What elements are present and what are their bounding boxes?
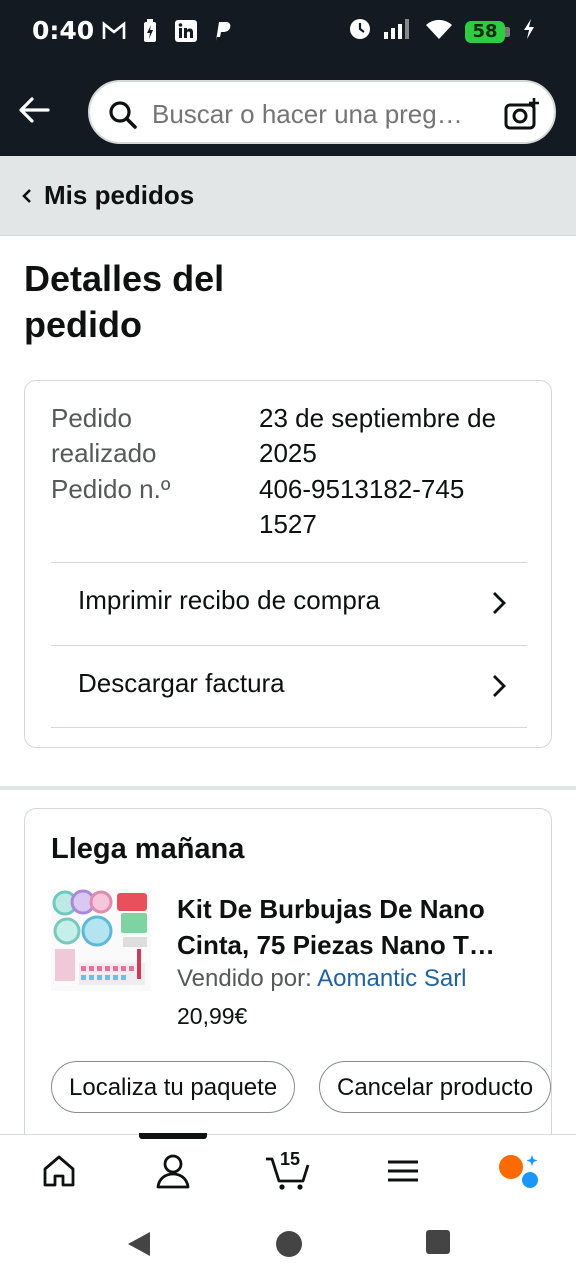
wifi-icon <box>425 18 453 45</box>
paypal-icon <box>210 18 234 44</box>
battery-cap <box>505 26 510 37</box>
signal-icon <box>383 18 413 45</box>
shipment-card: Llega mañana Kit De Burbujas De Nano Cin… <box>24 808 552 1148</box>
bottom-nav: 15 <box>0 1133 576 1210</box>
account-icon[interactable] <box>153 1151 193 1191</box>
print-receipt-link[interactable]: Imprimir recibo de compra <box>51 562 527 644</box>
linkedin-icon <box>174 18 198 44</box>
chevron-left-icon <box>20 186 34 206</box>
download-invoice-label: Descargar factura <box>78 668 285 698</box>
breadcrumb-label[interactable]: Mis pedidos <box>44 180 194 211</box>
back-arrow-icon[interactable] <box>16 92 52 128</box>
seller-prefix: Vendido por: <box>177 965 318 992</box>
seller-line: Vendido por: Aomantic Sarl <box>177 965 467 993</box>
order-placed-label: Pedido realizado <box>51 403 157 468</box>
active-tab-indicator <box>139 1133 207 1139</box>
delivery-status: Llega mañana <box>51 833 245 865</box>
status-time: 0:40 <box>32 16 95 45</box>
camera-search-icon[interactable] <box>504 96 540 132</box>
order-placed-value: 23 de septiembre de 2025 <box>259 403 497 468</box>
seller-link[interactable]: Aomantic Sarl <box>317 965 466 992</box>
cancel-product-button[interactable]: Cancelar producto <box>319 1061 551 1113</box>
order-info-card: Pedido realizado 23 de septiembre de 202… <box>24 380 552 748</box>
page-title: Detalles del pedido <box>24 258 225 345</box>
track-package-button[interactable]: Localiza tu paquete <box>51 1061 296 1113</box>
order-number-value: 406-9513182-7451527 <box>259 474 465 539</box>
battery-icon: 58 <box>465 20 510 43</box>
search-bar[interactable] <box>88 80 556 144</box>
home-icon[interactable] <box>39 1151 79 1191</box>
battery-level: 58 <box>465 20 505 43</box>
cart-count: 15 <box>280 1149 301 1169</box>
charging-icon <box>522 18 536 45</box>
nav-recents-icon[interactable] <box>426 1230 450 1259</box>
status-bar: 0:40 58 <box>0 0 576 64</box>
breadcrumb[interactable]: Mis pedidos <box>0 156 576 236</box>
rufus-icon[interactable] <box>497 1151 538 1191</box>
print-receipt-label: Imprimir recibo de compra <box>78 585 380 615</box>
product-thumbnail[interactable] <box>51 889 151 991</box>
app-header <box>0 64 576 156</box>
download-invoice-link[interactable]: Descargar factura <box>51 645 527 727</box>
search-icon <box>108 100 138 130</box>
nav-home-icon[interactable] <box>275 1230 303 1263</box>
divider <box>51 727 527 728</box>
section-divider <box>0 786 576 790</box>
nav-back-icon[interactable] <box>126 1230 152 1263</box>
system-nav-bar <box>0 1210 576 1280</box>
notification-icons <box>102 18 234 44</box>
product-price: 20,99€ <box>177 1003 248 1029</box>
search-input[interactable] <box>152 94 492 134</box>
gmail-icon <box>102 18 126 44</box>
chevron-right-icon <box>491 590 507 616</box>
product-title[interactable]: Kit De Burbujas De Nano Cinta, 75 Piezas… <box>177 891 527 963</box>
battery-saver-icon <box>138 18 162 44</box>
menu-icon[interactable] <box>383 1151 423 1191</box>
order-number-label: Pedido n.º <box>51 474 171 504</box>
chevron-right-icon <box>491 673 507 699</box>
system-icons: 58 <box>349 18 536 45</box>
alarm-icon <box>349 18 371 45</box>
